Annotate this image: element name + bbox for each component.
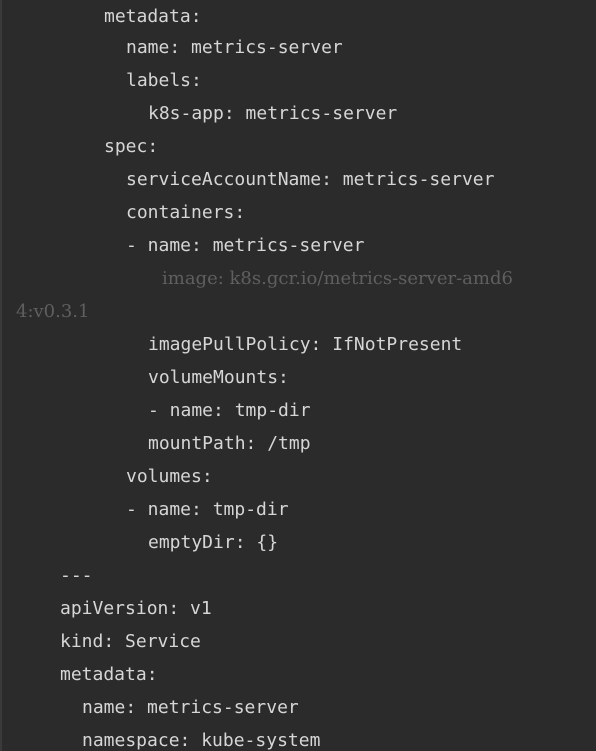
code-line: emptyDir: {} xyxy=(148,532,279,553)
code-line: - name: tmp-dir xyxy=(148,400,311,421)
code-line: metadata: xyxy=(60,664,158,685)
code-line-wrapped-continuation: 4:v0.3.1 xyxy=(16,301,90,322)
code-line-separator: --- xyxy=(60,565,93,586)
code-line: kind: Service xyxy=(60,631,201,652)
code-line: labels: xyxy=(126,70,202,91)
code-editor-panel[interactable]: metadata: name: metrics-server labels: k… xyxy=(0,0,596,751)
code-line: metadata: xyxy=(104,6,202,27)
code-line: - name: tmp-dir xyxy=(126,499,289,520)
code-line: imagePullPolicy: IfNotPresent xyxy=(148,334,463,355)
code-line: apiVersion: v1 xyxy=(60,598,212,619)
code-line: volumeMounts: xyxy=(148,367,289,388)
code-line: mountPath: /tmp xyxy=(148,433,311,454)
code-line: namespace: kube-system xyxy=(82,730,321,751)
code-line: name: metrics-server xyxy=(126,37,343,58)
code-line: serviceAccountName: metrics-server xyxy=(126,169,495,190)
code-line: volumes: xyxy=(126,466,213,487)
code-line-wrapped: image: k8s.gcr.io/metrics-server-amd6 xyxy=(162,268,513,289)
code-line: k8s-app: metrics-server xyxy=(148,103,398,124)
code-line: spec: xyxy=(104,136,159,157)
code-line: - name: metrics-server xyxy=(126,235,365,256)
code-line: name: metrics-server xyxy=(82,697,299,718)
code-line: containers: xyxy=(126,202,246,223)
